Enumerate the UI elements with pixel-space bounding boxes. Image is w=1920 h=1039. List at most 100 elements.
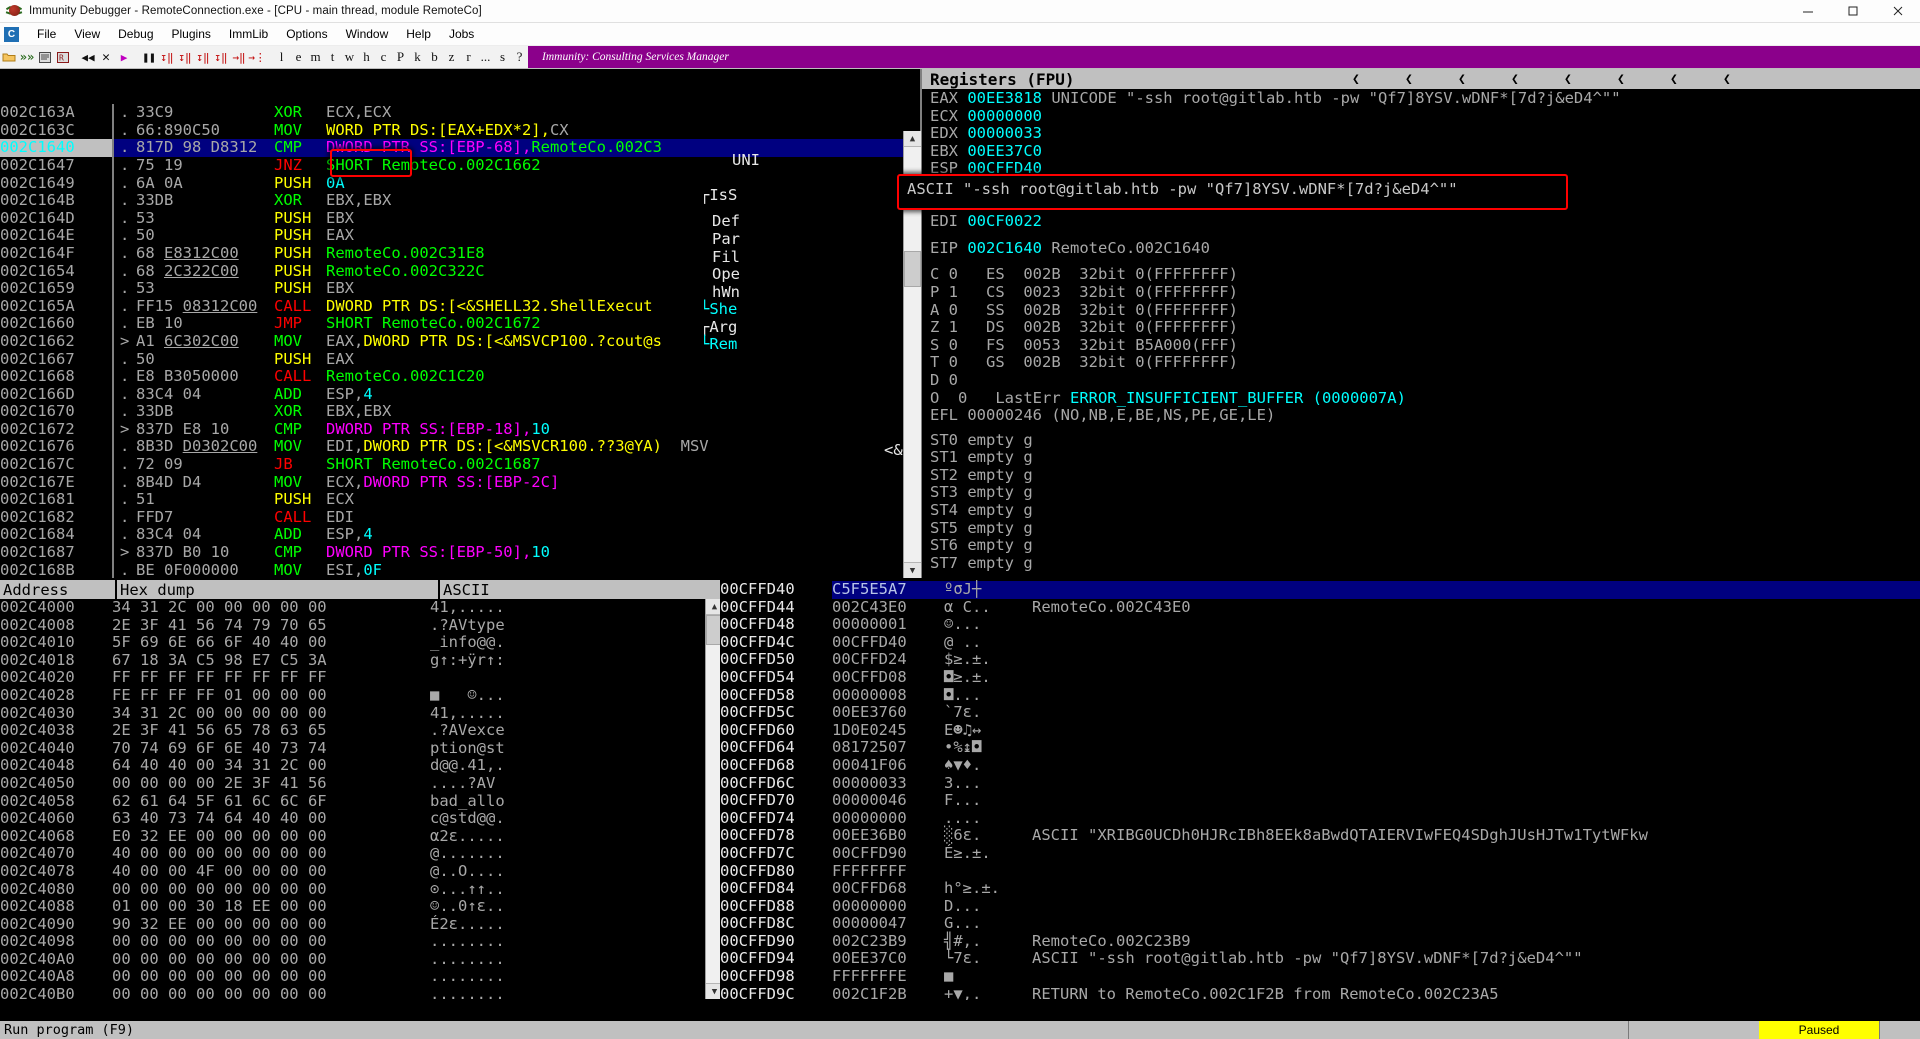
disassembly-row[interactable]: 002C1687 >837D B0 10 CMP DWORD PTR SS:[EBP-… xyxy=(0,543,920,562)
disassembly-panel[interactable]: 002C163A. 33C9 XOR ECX,ECX 002C163C. 66:890C5… xyxy=(0,69,922,578)
dump-row[interactable]: 002C4098 00 00 00 00 00 00 00 00........ xyxy=(0,933,800,951)
stack-row[interactable]: 00CFFD40 C5F5E5A7 ºσJ┼ xyxy=(720,580,1920,599)
stack-row[interactable]: 00CFFD7C 00CFFD90 É≥.±. xyxy=(720,844,1920,863)
dump-row[interactable]: 002C4020 FF FF FF FF FF FF FF FF xyxy=(0,669,800,687)
register-row[interactable]: EAX 00EE3818 UNICODE "-ssh root@gitlab.h… xyxy=(930,89,1920,108)
dump-row[interactable]: 002C4010 5F 69 6E 66 6F 40 40 00 _info@@. xyxy=(0,634,800,652)
toolbar-letter-b[interactable]: b xyxy=(426,49,443,65)
stack-row[interactable]: 00CFFD84 00CFFD68 h°≥.±. xyxy=(720,879,1920,898)
chevron-left-icon-6[interactable]: ❮ xyxy=(1617,72,1625,87)
disassembly-row[interactable]: 002C164F. 68 E8312C00 PUSH RemoteCo.002C31E… xyxy=(0,244,920,263)
toolbar-letter-l[interactable]: l xyxy=(273,49,290,65)
disassembly-row[interactable]: 002C167C. 72 09 JB SHORT RemoteCo.002C1687 xyxy=(0,455,920,474)
toolbar-letter-r[interactable]: r xyxy=(460,49,477,65)
chevron-left-icon-3[interactable]: ❮ xyxy=(1458,72,1466,87)
register-row-eip[interactable]: EIP 002C1640 RemoteCo.002C1640 xyxy=(930,239,1920,258)
menu-item-immlib[interactable]: ImmLib xyxy=(220,25,277,43)
stack-row[interactable]: 00CFFD48 00000001 ☺... xyxy=(720,616,1920,634)
scroll-up-arrow[interactable]: ▲ xyxy=(904,131,921,147)
minimize-button[interactable] xyxy=(1785,0,1830,22)
toolbar-help-icon[interactable]: ? xyxy=(511,49,528,65)
stack-row[interactable]: 00CFFD98 FFFFFFFE ■ xyxy=(720,967,1920,986)
toolbar-letter-m[interactable]: m xyxy=(307,49,324,65)
toolbar-letter-t[interactable]: t xyxy=(324,49,341,65)
chevron-left-icon-4[interactable]: ❮ xyxy=(1511,72,1519,87)
registers-body[interactable]: EAX 00EE3818 UNICODE "-ssh root@gitlab.h… xyxy=(922,89,1920,572)
dump-row[interactable]: 002C4018 67 18 3A C5 98 E7 C5 3A g↑:+ÿr↑: xyxy=(0,651,800,670)
toolbar-letter-k[interactable]: k xyxy=(409,49,426,65)
disassembly-row[interactable]: 002C167E. 8B4D D4 MOV ECX,DWORD PTR SS:[EBP… xyxy=(0,473,920,492)
memory-dump-panel[interactable]: Address Hex dump ASCII 002C4000 34 31 2C … xyxy=(0,580,802,1000)
dump-row[interactable]: 002C4068 E0 32 EE 00 00 00 00 00 α2ε..... xyxy=(0,827,800,846)
disassembly-row[interactable]: 002C1649. 6A 0A PUSH 0A xyxy=(0,174,920,193)
stack-row[interactable]: 00CFFD4C 00CFFD40 @ .. xyxy=(720,633,1920,652)
restart-icon[interactable]: ◀◀ xyxy=(80,48,96,66)
dump-rows[interactable]: 002C4000 34 31 2C 00 00 00 00 00 41,..... 0… xyxy=(0,598,800,1000)
flag-row[interactable]: T 0 GS 002B 32bit 0(FFFFFFFF) xyxy=(930,354,1920,372)
toolbar-letter-s[interactable]: s xyxy=(494,49,511,65)
menu-item-window[interactable]: Window xyxy=(337,25,398,43)
dump-row[interactable]: 002C4048 64 40 40 00 34 31 2C 00 d@@.41,. xyxy=(0,757,800,775)
toolbar-letter-p[interactable]: P xyxy=(392,49,409,65)
dump-row[interactable]: 002C4078 40 00 00 4F 00 00 00 00 @..O.... xyxy=(0,862,800,881)
dump-row[interactable]: 002C4050 00 00 00 00 2E 3F 41 56 ....?AV xyxy=(0,774,800,793)
animate-into-icon[interactable]: ↧‖ xyxy=(195,48,211,66)
stack-row[interactable]: 00CFFD9C 002C1F2B +▼,. RETURN to RemoteCo.0… xyxy=(720,985,1920,1000)
chevron-left-icon-1[interactable]: ❮ xyxy=(1352,72,1360,87)
toolbar-letter-c[interactable]: c xyxy=(375,49,392,65)
menu-item-options[interactable]: Options xyxy=(277,25,336,43)
maximize-button[interactable] xyxy=(1830,0,1875,22)
dump-row[interactable]: 002C4058 62 61 64 5F 61 6C 6C 6F bad_allo xyxy=(0,792,800,811)
stack-row[interactable]: 00CFFD54 00CFFD08 ◘≥.±. xyxy=(720,668,1920,687)
dump-row[interactable]: 002C4060 63 40 73 74 64 40 40 00 c@std@@. xyxy=(0,810,800,828)
dump-row[interactable]: 002C40A0 00 00 00 00 00 00 00 00........ xyxy=(0,950,800,969)
chevron-left-icon-8[interactable]: ❮ xyxy=(1723,72,1731,87)
stack-row[interactable]: 00CFFD44 002C43E0 α C.. RemoteCo.002C43E0 xyxy=(720,598,1920,617)
run-script-icon[interactable]: »» xyxy=(19,48,35,66)
disassembly-row[interactable]: 002C1667. 50 PUSH EAX xyxy=(0,350,920,369)
dump-row[interactable]: 002C4070 40 00 00 00 00 00 00 00 @....... xyxy=(0,845,800,863)
close-program-icon[interactable]: ✕ xyxy=(98,48,114,66)
menu-item-jobs[interactable]: Jobs xyxy=(440,25,483,43)
register-row[interactable]: ECX 00000000 xyxy=(930,107,1920,126)
disassembly-row[interactable]: 002C163C. 66:890C50 MOV WORD PTR DS:[EAX+ED… xyxy=(0,121,920,140)
disassembly-row[interactable]: 002C1660. EB 10 JMP SHORT RemoteCo.002C1672 xyxy=(0,315,920,333)
flag-row[interactable]: S 0 FS 0053 32bit B5A000(FFF) xyxy=(930,336,1920,355)
menu-item-help[interactable]: Help xyxy=(397,25,440,43)
stack-row[interactable]: 00CFFD60 1D0E0245 E☻♫↔ xyxy=(720,721,1920,740)
chevron-left-icon-5[interactable]: ❮ xyxy=(1564,72,1572,87)
disassembly-row[interactable]: 002C1672 >837D E8 10 CMP DWORD PTR SS:[EBP-… xyxy=(0,420,920,439)
scroll-thumb[interactable] xyxy=(904,251,921,287)
dump-row[interactable]: 002C4000 34 31 2C 00 00 00 00 00 41,..... xyxy=(0,598,800,617)
stack-row[interactable]: 00CFFD68 00041F06 ♠▼♦. xyxy=(720,756,1920,775)
stack-row[interactable]: 00CFFD70 00000046 F... xyxy=(720,792,1920,810)
dump-row[interactable]: 002C4090 90 32 EE 00 00 00 00 00 É2ε..... xyxy=(0,915,800,934)
disassembly-row[interactable]: 002C1640. 817D 98 D8312 CMP DWORD PTR SS:[E… xyxy=(0,139,920,157)
flag-row[interactable]: Z 1 DS 002B 32bit 0(FFFFFFFF) xyxy=(930,319,1920,337)
disassembly-row[interactable]: 002C1647. 75 19 JNZ SHORT RemoteCo.002C1662 xyxy=(0,156,920,175)
dump-row[interactable]: 002C4040 70 74 69 6F 6E 40 73 74 ption@st xyxy=(0,739,800,758)
log-window-icon[interactable] xyxy=(37,48,53,66)
dump-row[interactable]: 002C40A8 00 00 00 00 00 00 00 00........ xyxy=(0,968,800,986)
stack-row[interactable]: 00CFFD5C 00EE3760 `7ε. xyxy=(720,704,1920,722)
disassembly-row[interactable]: 002C165A. FF15 08312C00 CALL DWORD PTR DS:[… xyxy=(0,297,920,316)
toolbar-letter-dots[interactable]: ... xyxy=(477,49,494,65)
disassembly-row[interactable]: 002C163A. 33C9 XOR ECX,ECX xyxy=(0,103,920,122)
stack-row[interactable]: 00CFFD94 00EE37C0 └7ε. ASCII "-ssh root@git… xyxy=(720,950,1920,968)
close-button[interactable] xyxy=(1875,0,1920,22)
stack-row[interactable]: 00CFFD74 00000000.... xyxy=(720,809,1920,828)
animate-over-icon[interactable]: ↧‖ xyxy=(213,48,229,66)
dump-row[interactable]: 002C4038 2E 3F 41 56 65 78 63 65 .?AVexce xyxy=(0,722,800,740)
stack-row[interactable]: 00CFFD80 FFFFFFFF xyxy=(720,862,1920,881)
toolbar-letter-w[interactable]: w xyxy=(341,49,358,65)
open-folder-icon[interactable] xyxy=(1,48,17,66)
flag-row[interactable]: P 1 CS 0023 32bit 0(FFFFFFFF) xyxy=(930,283,1920,302)
stack-rows[interactable]: 00CFFD40 C5F5E5A7 ºσJ┼ 00CFFD44 002C43E0 α C.… xyxy=(720,580,1920,1000)
disassembly-row[interactable]: 002C1668. E8 B3050000 CALL RemoteCo.002C1C2… xyxy=(0,367,920,386)
toolbar-letter-e[interactable]: e xyxy=(290,49,307,65)
toolbar-letter-z[interactable]: z xyxy=(443,49,460,65)
trace-into-icon[interactable]: →⋮ xyxy=(248,48,266,66)
disassembly-row[interactable]: 002C1676. 8B3D D0302C00 MOV EDI,DWORD PTR D… xyxy=(0,438,920,457)
dump-row[interactable]: 002C4030 34 31 2C 00 00 00 00 00 41,..... xyxy=(0,704,800,723)
chevron-left-icon-2[interactable]: ❮ xyxy=(1405,72,1413,87)
